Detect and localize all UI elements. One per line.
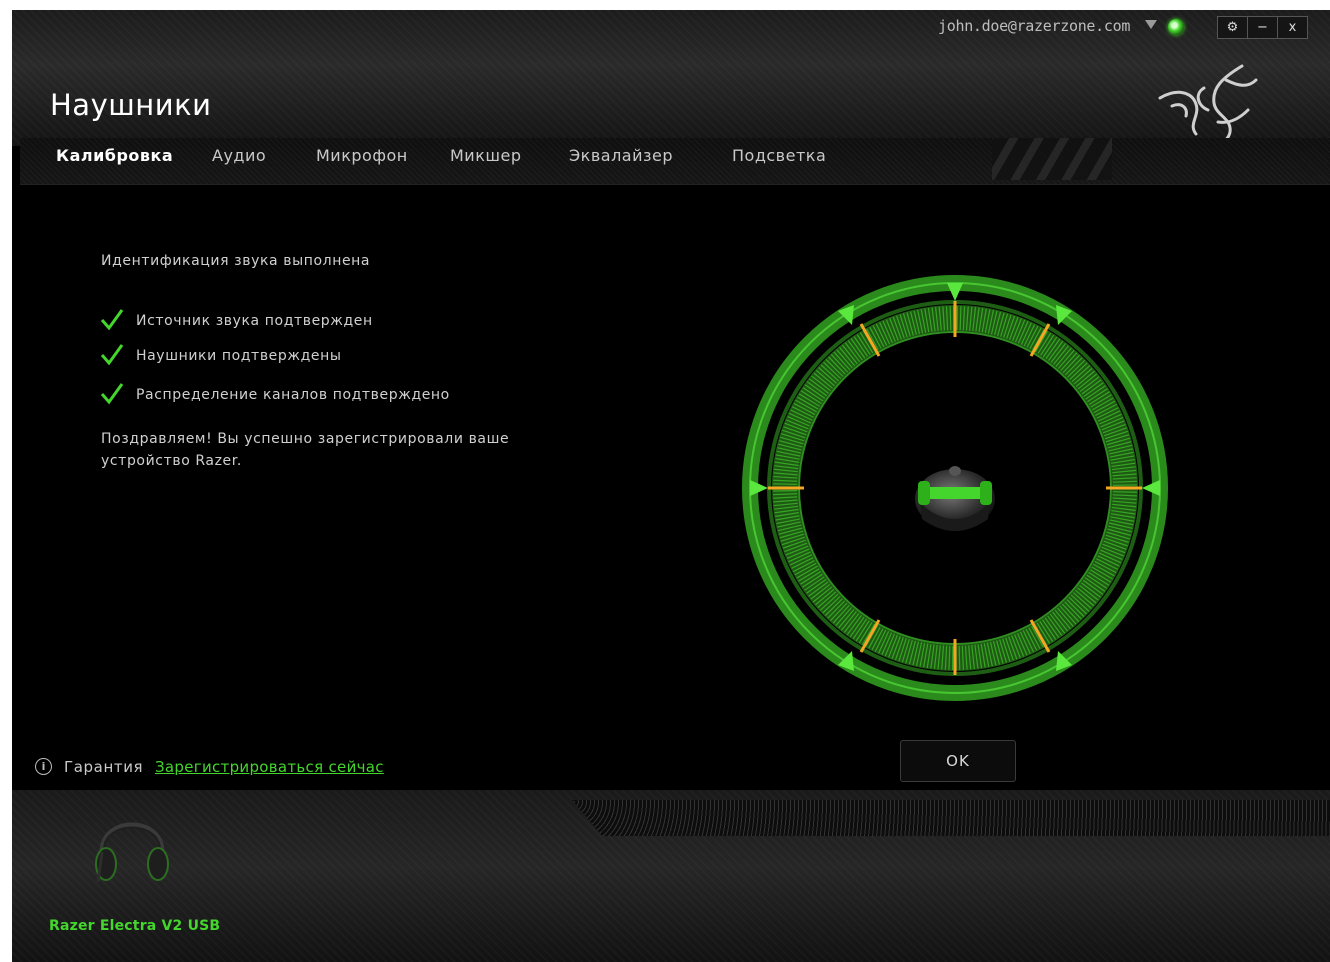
check-label: Источник звука подтвержден: [136, 313, 373, 329]
account-email[interactable]: john.doe@razerzone.com: [938, 17, 1130, 35]
account-dropdown-icon[interactable]: [1145, 20, 1157, 29]
warranty-label: Гарантия: [64, 758, 144, 776]
check-icon: [100, 383, 124, 405]
tab-bar-stripes: [992, 138, 1112, 180]
tab-microphone[interactable]: Микрофон: [316, 146, 408, 165]
calibration-dial: [742, 275, 1168, 701]
info-icon: i: [35, 758, 52, 775]
check-icon: [100, 344, 124, 366]
page-title: Наушники: [50, 88, 212, 122]
tab-calibration[interactable]: Калибровка: [56, 146, 173, 165]
footer-pattern: [572, 800, 1330, 836]
tab-lighting[interactable]: Подсветка: [732, 146, 826, 165]
register-now-link[interactable]: Зарегистрироваться сейчас: [155, 758, 384, 776]
settings-button[interactable]: ⚙: [1218, 17, 1248, 38]
tab-equalizer[interactable]: Эквалайзер: [569, 146, 673, 165]
listener-head-icon: [915, 466, 995, 531]
check-label: Наушники подтверждены: [136, 348, 342, 364]
ok-button[interactable]: OK: [900, 740, 1016, 782]
app-window: Наушники john.doe@razerzone.com ⚙ − x Ка…: [12, 10, 1330, 962]
check-label: Распределение каналов подтверждено: [136, 387, 450, 403]
device-name: Razer Electra V2 USB: [49, 918, 221, 934]
tab-mixer[interactable]: Микшер: [450, 146, 522, 165]
minimize-button[interactable]: −: [1248, 17, 1278, 38]
close-button[interactable]: x: [1278, 17, 1307, 38]
identification-status: Идентификация звука выполнена: [101, 253, 371, 269]
congrats-message: Поздравляем! Вы успешно зарегистрировали…: [101, 431, 510, 469]
status-orb-icon[interactable]: [1168, 19, 1184, 35]
headset-icon[interactable]: [92, 802, 172, 894]
check-icon: [100, 309, 124, 331]
tab-audio[interactable]: Аудио: [212, 146, 266, 165]
header: [12, 10, 1330, 146]
window-controls: ⚙ − x: [1217, 16, 1308, 39]
